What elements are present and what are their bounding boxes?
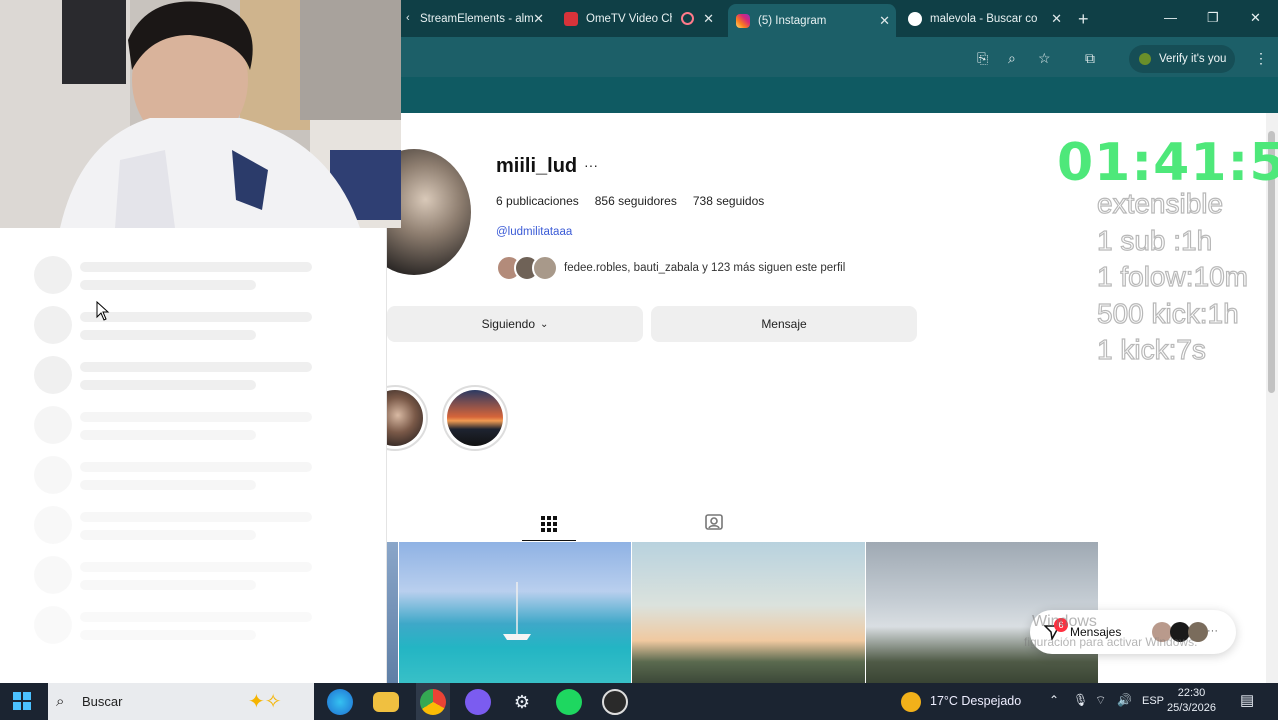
copilot-sparkle-icon: ✦✧ xyxy=(248,691,282,713)
tagged-icon[interactable] xyxy=(704,512,724,532)
wifi-icon[interactable]: ⌔ xyxy=(1095,693,1106,708)
threads-handle-link[interactable]: @ludmilitataaa xyxy=(496,226,572,238)
following-button[interactable]: Siguiendo ⌄ xyxy=(387,306,643,342)
rule-line: 1 kick:7s xyxy=(1096,333,1206,365)
edge-icon[interactable] xyxy=(327,689,353,715)
webcam-overlay xyxy=(0,0,401,228)
story-highlight[interactable] xyxy=(442,385,508,451)
restore-icon[interactable]: ❐ xyxy=(1207,10,1219,26)
tab-ometv[interactable]: OmeTV Video Ch ✕ xyxy=(556,6,720,32)
clock-date: 25/3/2026 xyxy=(1167,702,1216,714)
tab-title: (5) Instagram xyxy=(758,14,827,27)
address-bar[interactable] xyxy=(402,42,962,72)
extensions-icon[interactable]: ⧉ xyxy=(1085,50,1095,67)
chrome-icon[interactable] xyxy=(420,689,446,715)
zoom-icon[interactable]: ⌕ xyxy=(1008,50,1016,67)
active-tab-indicator xyxy=(522,540,576,541)
tab-posts-grid[interactable] xyxy=(522,505,576,541)
following-stat[interactable]: 738 seguidos xyxy=(693,194,764,208)
close-icon[interactable]: ✕ xyxy=(533,11,544,27)
followers-stat[interactable]: 856 seguidores xyxy=(595,194,677,208)
posts-stat: 6 publicaciones xyxy=(496,194,579,208)
instagram-icon xyxy=(736,13,750,28)
screen: ‹ StreamElements - alm ✕ OmeTV Video Ch … xyxy=(0,0,1278,720)
weather-moon-icon xyxy=(901,692,921,712)
windows-start-icon[interactable] xyxy=(13,692,31,710)
grid-icon xyxy=(541,515,557,532)
discord-icon[interactable] xyxy=(465,689,491,715)
taskbar-clock[interactable]: 22:30 25/3/2026 xyxy=(1167,686,1216,716)
tab-streamelements[interactable]: ‹ StreamElements - alm ✕ xyxy=(398,6,550,32)
volume-icon[interactable]: 🔊 xyxy=(1117,693,1132,707)
followed-by-text: fedee.robles, bauti_zabala y 123 más sig… xyxy=(564,262,846,274)
weather-widget[interactable]: 17°C Despejado xyxy=(930,694,1021,708)
more-options-icon[interactable]: ··· xyxy=(584,157,598,173)
install-app-icon[interactable]: ⎘ xyxy=(977,50,988,67)
google-icon xyxy=(908,12,922,26)
avatar xyxy=(532,255,558,281)
message-button[interactable]: Mensaje xyxy=(651,306,917,342)
subathon-rules: extensible 1 sub :1h 1 folow:10m 500 kic… xyxy=(1096,186,1248,369)
chevron-up-icon[interactable]: ⌃ xyxy=(1049,693,1059,707)
chevron-down-icon: ⌄ xyxy=(540,318,549,330)
plus-icon[interactable]: + xyxy=(1078,9,1089,30)
taskbar-search-box[interactable]: ⌕ Buscar ✦✧ xyxy=(48,683,314,720)
message-label: Mensaje xyxy=(761,317,807,331)
file-explorer-icon[interactable] xyxy=(373,692,399,712)
verify-button[interactable]: Verify it's you xyxy=(1129,45,1235,73)
close-icon[interactable]: ✕ xyxy=(1051,11,1062,27)
activate-windows-watermark-sub: figuración para activar Windows. xyxy=(1024,635,1198,649)
post-thumbnail[interactable] xyxy=(632,542,865,683)
kebab-menu-icon[interactable]: ⋮ xyxy=(1254,50,1268,67)
activate-windows-watermark: Windows xyxy=(1032,613,1097,630)
close-icon[interactable]: ✕ xyxy=(703,11,714,27)
post-thumbnail[interactable] xyxy=(399,542,631,683)
microphone-icon[interactable]: 🎙 xyxy=(1073,693,1088,707)
followed-by-row[interactable]: fedee.robles, bauti_zabala y 123 más sig… xyxy=(496,255,845,281)
sailboat-icon xyxy=(503,582,531,640)
mouse-cursor-icon xyxy=(96,301,110,321)
loading-panel xyxy=(0,228,387,683)
tab-title: OmeTV Video Ch xyxy=(586,13,672,25)
notification-icon[interactable]: ▤ xyxy=(1240,691,1254,709)
recording-icon xyxy=(681,12,694,25)
rule-line: 1 sub :1h xyxy=(1096,224,1213,256)
clock-time: 22:30 xyxy=(1177,687,1206,699)
rule-line: extensible xyxy=(1096,187,1224,219)
profile-username: miili_lud xyxy=(496,155,578,177)
tab-google-search[interactable]: malevola - Buscar co ✕ xyxy=(900,6,1068,32)
profile-icon xyxy=(1139,53,1151,65)
close-window-icon[interactable]: ✕ xyxy=(1250,10,1261,26)
language-indicator[interactable]: ESP xyxy=(1142,695,1164,707)
stream-timer: 01:41:55 xyxy=(1057,133,1278,193)
settings-gear-icon[interactable]: ⚙ xyxy=(512,692,532,712)
webcam-image xyxy=(0,0,401,228)
close-icon[interactable]: ✕ xyxy=(879,13,890,29)
search-placeholder: Buscar xyxy=(82,694,123,709)
profile-stats: 6 publicaciones 856 seguidores 738 segui… xyxy=(496,194,764,208)
following-label: Siguiendo xyxy=(481,317,535,331)
highlight-image xyxy=(447,390,503,446)
windows-taskbar: ⌕ Buscar ✦✧ ⚙ 17°C Despejado ⌃ 🎙 ⌔ 🔊 ESP… xyxy=(0,683,1278,720)
verify-label: Verify it's you xyxy=(1159,53,1227,65)
more-icon: ··· xyxy=(1207,625,1218,637)
search-icon: ⌕ xyxy=(56,693,65,710)
tab-instagram[interactable]: (5) Instagram ✕ xyxy=(728,4,896,37)
rule-line: 500 kick:1h xyxy=(1096,297,1239,329)
post-thumbnail[interactable] xyxy=(387,542,398,683)
spotify-icon[interactable] xyxy=(556,689,582,715)
minimize-icon[interactable]: — xyxy=(1164,10,1177,25)
bookmark-star-icon[interactable]: ☆ xyxy=(1038,50,1051,67)
obs-icon[interactable] xyxy=(602,689,628,715)
streamelements-icon: ‹ xyxy=(406,12,410,24)
tab-title: StreamElements - alm xyxy=(420,13,534,25)
ometv-icon xyxy=(564,12,578,26)
rule-line: 1 folow:10m xyxy=(1096,260,1248,292)
tab-title: malevola - Buscar co xyxy=(930,13,1038,25)
